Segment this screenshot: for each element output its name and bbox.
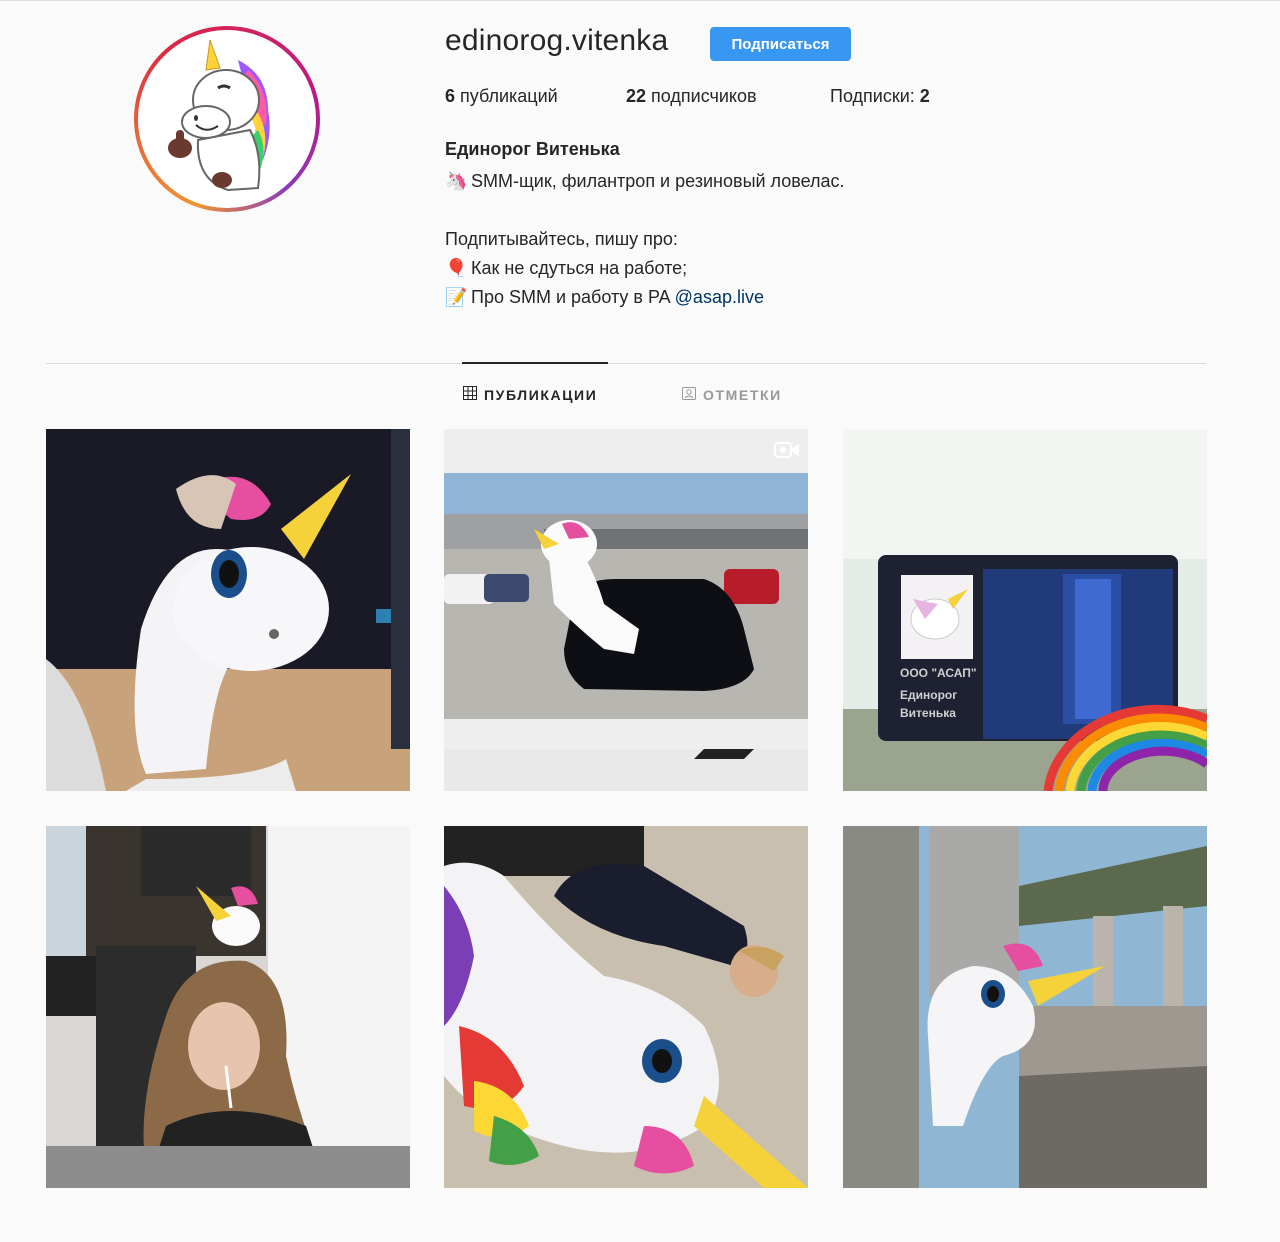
top-border bbox=[0, 0, 1280, 1]
post-photo-unicorn-hug-icon bbox=[46, 429, 410, 791]
unicorn-avatar-icon bbox=[168, 39, 270, 192]
following-count: 2 bbox=[919, 86, 930, 106]
bio-blank-line bbox=[445, 196, 845, 225]
tabs-divider bbox=[46, 363, 1206, 364]
post-thumbnail-5[interactable] bbox=[444, 826, 808, 1188]
post-photo-id-card-icon: ООО "АСАП" Единорог Витенька bbox=[843, 429, 1207, 791]
avatar-image bbox=[138, 30, 316, 208]
video-camera-icon bbox=[774, 441, 800, 459]
card-company-text: ООО "АСАП" bbox=[900, 666, 977, 680]
card-name-line-2: Витенька bbox=[900, 706, 956, 720]
bio-line-3: 🎈 Как не сдуться на работе; bbox=[445, 254, 845, 283]
posts-count: 6 bbox=[445, 86, 456, 106]
grid-icon bbox=[463, 386, 477, 403]
following-label: Подписки: bbox=[830, 86, 920, 106]
profile-avatar[interactable] bbox=[134, 26, 320, 212]
followers-label: подписчиков bbox=[646, 86, 757, 106]
bio-text-3: Как не сдуться на работе; bbox=[471, 258, 688, 278]
profile-bio: 🦄 SMM-щик, филантроп и резиновый ловелас.… bbox=[445, 167, 845, 312]
bio-line-2: Подпитывайтесь, пишу про: bbox=[445, 225, 845, 254]
post-thumbnail-1[interactable] bbox=[46, 429, 410, 791]
memo-emoji-icon: 📝 bbox=[445, 287, 468, 307]
post-photo-unicorn-car-icon bbox=[444, 429, 808, 791]
post-thumbnail-4[interactable] bbox=[46, 826, 410, 1188]
tagged-user-icon bbox=[682, 386, 696, 403]
active-tab-indicator bbox=[462, 362, 608, 364]
bio-text-2: Подпитывайтесь, пишу про: bbox=[445, 229, 678, 249]
tab-publications-label: ПУБЛИКАЦИИ bbox=[484, 386, 598, 403]
bio-line-1: 🦄 SMM-щик, филантроп и резиновый ловелас. bbox=[445, 167, 845, 196]
profile-username: edinorog.vitenka bbox=[445, 24, 669, 57]
posts-count-stat: 6 публикаций bbox=[445, 86, 558, 107]
bio-text-1: SMM-щик, филантроп и резиновый ловелас. bbox=[471, 171, 845, 191]
profile-full-name: Единорог Витенька bbox=[445, 139, 620, 159]
followers-count: 22 bbox=[626, 86, 647, 106]
tab-tagged-label: ОТМЕТКИ bbox=[703, 386, 782, 403]
tab-tagged[interactable]: ОТМЕТКИ bbox=[682, 386, 782, 403]
post-photo-office-girl-icon bbox=[46, 826, 410, 1188]
card-name-line-1: Единорог bbox=[900, 688, 957, 702]
post-thumbnail-6[interactable] bbox=[843, 826, 1207, 1188]
post-thumbnail-2[interactable] bbox=[444, 429, 808, 791]
post-photo-unicorn-bridge-icon bbox=[843, 826, 1207, 1188]
bio-line-4: 📝 Про SMM и работу в PA @asap.live bbox=[445, 283, 845, 312]
balloon-emoji-icon: 🎈 bbox=[445, 258, 468, 278]
post-thumbnail-3[interactable]: ООО "АСАП" Единорог Витенька bbox=[843, 429, 1207, 791]
posts-label: публикаций bbox=[455, 86, 558, 106]
follow-button[interactable]: Подписаться bbox=[710, 27, 851, 61]
following-stat[interactable]: Подписки: 2 bbox=[830, 86, 930, 107]
post-photo-man-unicorn-floor-icon bbox=[444, 826, 808, 1188]
tab-publications[interactable]: ПУБЛИКАЦИИ bbox=[463, 386, 597, 403]
unicorn-emoji-icon: 🦄 bbox=[445, 171, 468, 191]
bio-mention-link[interactable]: @asap.live bbox=[675, 287, 764, 307]
followers-stat[interactable]: 22 подписчиков bbox=[626, 86, 757, 107]
bio-text-4: Про SMM и работу в PA bbox=[471, 287, 675, 307]
